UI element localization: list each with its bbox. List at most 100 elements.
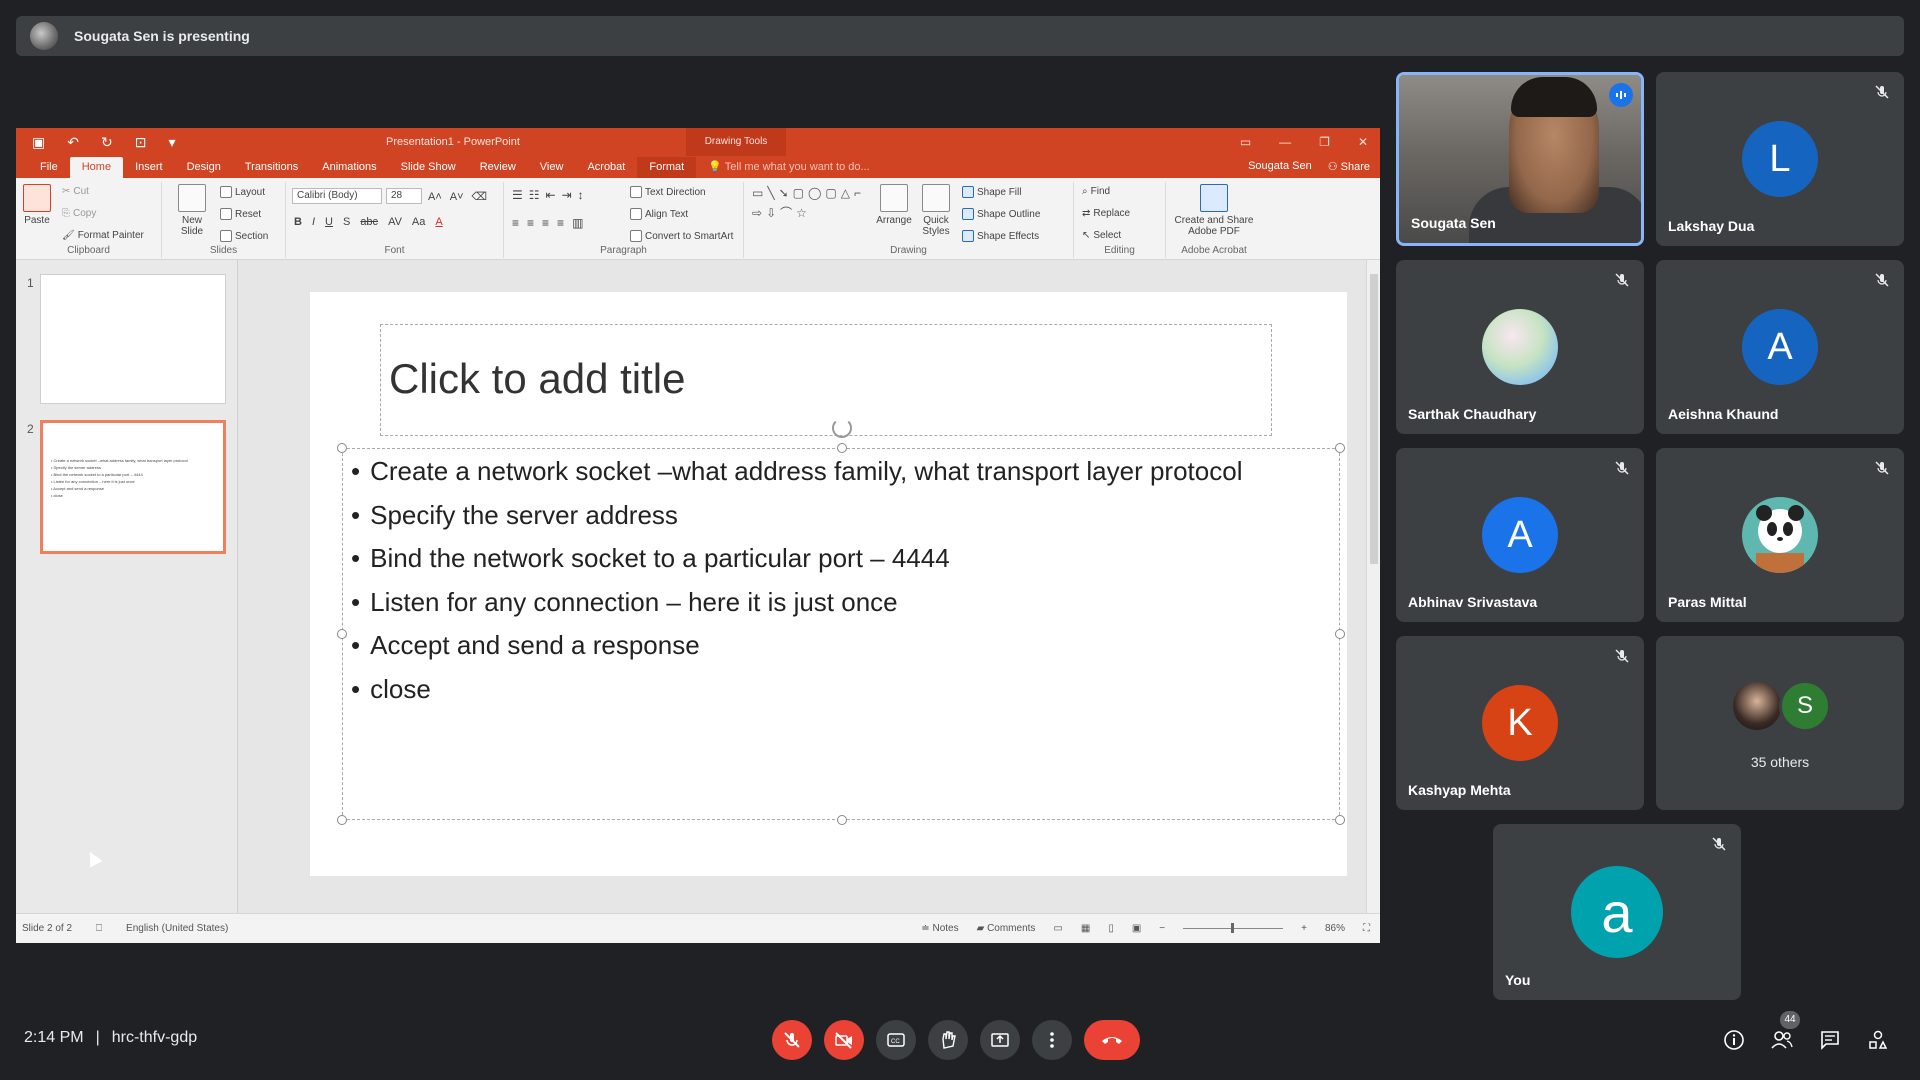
rotate-handle-icon[interactable] (832, 418, 852, 438)
tab-review[interactable]: Review (468, 157, 528, 178)
comments-button[interactable]: ▰ Comments (977, 923, 1036, 934)
resize-handle[interactable] (337, 629, 347, 639)
convert-smartart-button[interactable]: Convert to SmartArt (630, 230, 733, 242)
undo-icon[interactable]: ↶ (67, 134, 79, 151)
notes-button[interactable]: ≐ Notes (921, 923, 958, 934)
participant-tile-aeishna-khaund[interactable]: A Aeishna Khaund (1656, 260, 1904, 434)
resize-handle[interactable] (1335, 815, 1345, 825)
layout-button[interactable]: Layout (220, 186, 265, 198)
slide-thumbnail-2[interactable]: • Create a network socket –what address … (40, 420, 226, 554)
resize-handle[interactable] (1335, 629, 1345, 639)
font-name-select[interactable]: Calibri (Body) (292, 188, 382, 204)
people-button[interactable] (1770, 1028, 1794, 1052)
resize-handle[interactable] (337, 443, 347, 453)
redo-icon[interactable]: ↻ (101, 134, 113, 151)
participant-tile-kashyap-mehta[interactable]: K Kashyap Mehta (1396, 636, 1644, 810)
grow-font-icon[interactable]: A˄ (428, 191, 442, 203)
shrink-font-icon[interactable]: A˅ (450, 191, 464, 203)
font-color-button[interactable]: A (435, 216, 442, 228)
zoom-in-icon[interactable]: + (1301, 923, 1307, 934)
shape-effects-button[interactable]: Shape Effects (962, 230, 1039, 242)
restore-icon[interactable]: ❐ (1319, 135, 1330, 149)
chat-button[interactable] (1818, 1028, 1842, 1052)
fit-slide-icon[interactable]: ⛶ (1363, 923, 1370, 934)
slide-canvas[interactable]: Click to add title Create a network sock… (310, 292, 1347, 876)
save-icon[interactable]: ▣ (32, 134, 45, 151)
camera-toggle-button[interactable] (824, 1020, 864, 1060)
align-center-icon[interactable]: ≡ (527, 216, 534, 230)
clear-format-icon[interactable]: ⌫ (472, 190, 488, 203)
meeting-details-button[interactable] (1722, 1028, 1746, 1052)
zoom-out-icon[interactable]: − (1159, 923, 1165, 934)
mic-toggle-button[interactable] (772, 1020, 812, 1060)
participant-tile-paras-mittal[interactable]: Paras Mittal (1656, 448, 1904, 622)
format-painter-button[interactable]: 🖌 Format Painter (62, 230, 144, 241)
ribbon-display-icon[interactable]: ▭ (1240, 135, 1251, 149)
participant-tile-lakshay-dua[interactable]: L Lakshay Dua (1656, 72, 1904, 246)
tab-view[interactable]: View (528, 157, 576, 178)
italic-button[interactable]: I (312, 216, 315, 228)
spellcheck-icon[interactable]: ⎕ (96, 923, 102, 934)
select-button[interactable]: ↖ Select (1082, 230, 1121, 241)
bold-button[interactable]: B (294, 216, 302, 228)
slideshow-view-icon[interactable]: ▣ (1132, 923, 1141, 934)
reading-view-icon[interactable]: ▯ (1108, 923, 1114, 934)
text-direction-button[interactable]: Text Direction (630, 186, 706, 198)
decrease-indent-icon[interactable]: ⇤ (546, 188, 556, 202)
others-tile[interactable]: S 35 others (1656, 636, 1904, 810)
zoom-slider[interactable] (1183, 923, 1284, 933)
quick-styles-button[interactable]: Quick Styles (916, 184, 956, 237)
tab-design[interactable]: Design (175, 157, 233, 178)
character-spacing-button[interactable]: AV (388, 216, 402, 228)
tab-acrobat[interactable]: Acrobat (575, 157, 637, 178)
paste-button[interactable]: Paste (22, 184, 52, 226)
numbering-icon[interactable]: ☷ (529, 188, 540, 202)
content-placeholder[interactable]: Create a network socket –what address fa… (337, 443, 1345, 825)
close-icon[interactable]: ✕ (1358, 135, 1368, 149)
bullets-icon[interactable]: ☰ (512, 188, 523, 202)
normal-view-icon[interactable]: ▭ (1053, 923, 1062, 934)
language-status[interactable]: English (United States) (126, 923, 228, 934)
tell-me-box[interactable]: 💡 Tell me what you want to do... (696, 156, 881, 178)
align-text-button[interactable]: Align Text (630, 208, 688, 220)
raise-hand-button[interactable] (928, 1020, 968, 1060)
strikethrough-button[interactable]: abc (360, 216, 378, 228)
tab-insert[interactable]: Insert (123, 157, 175, 178)
copy-button[interactable]: ⎘ Copy (62, 208, 96, 219)
columns-icon[interactable]: ▥ (572, 216, 583, 230)
find-button[interactable]: ⌕ Find (1082, 186, 1110, 197)
activities-button[interactable] (1866, 1028, 1890, 1052)
leave-call-button[interactable] (1084, 1020, 1140, 1060)
present-now-button[interactable] (980, 1020, 1020, 1060)
increase-indent-icon[interactable]: ⇥ (562, 188, 572, 202)
captions-button[interactable]: CC (876, 1020, 916, 1060)
tab-home[interactable]: Home (69, 157, 124, 178)
user-name[interactable]: Sougata Sen (1248, 160, 1312, 173)
resize-handle[interactable] (837, 815, 847, 825)
tab-transitions[interactable]: Transitions (233, 157, 310, 178)
shape-fill-button[interactable]: Shape Fill (962, 186, 1021, 198)
participant-tile-sougata-sen[interactable]: Sougata Sen (1396, 72, 1644, 246)
align-left-icon[interactable]: ≡ (512, 216, 519, 230)
present-icon[interactable]: ⊡ (135, 134, 147, 151)
tab-animations[interactable]: Animations (310, 157, 388, 178)
title-placeholder[interactable]: Click to add title (380, 324, 1272, 436)
shape-outline-button[interactable]: Shape Outline (962, 208, 1040, 220)
cut-button[interactable]: ✂ Cut (62, 186, 89, 197)
vertical-scrollbar[interactable] (1366, 260, 1380, 913)
line-spacing-icon[interactable]: ↕ (578, 188, 584, 202)
minimize-icon[interactable]: — (1279, 135, 1291, 149)
arrange-button[interactable]: Arrange (874, 184, 914, 226)
participant-tile-you[interactable]: a You (1493, 824, 1741, 1000)
tab-file[interactable]: File (28, 157, 70, 178)
participant-tile-sarthak-chaudhary[interactable]: Sarthak Chaudhary (1396, 260, 1644, 434)
slide-thumbnail-1[interactable] (40, 274, 226, 404)
scrollbar-thumb[interactable] (1370, 274, 1378, 564)
replace-button[interactable]: ⇄ Replace (1082, 208, 1130, 219)
zoom-level[interactable]: 86% (1325, 923, 1345, 934)
share-button[interactable]: ⚇ Share (1328, 160, 1370, 173)
shapes-gallery[interactable]: ▭ ╲ ➘ ▢ ◯ ▢ △ ⌐ ⇨ ⇩ ⌒ ☆ (752, 186, 868, 221)
more-options-button[interactable] (1032, 1020, 1072, 1060)
new-slide-button[interactable]: New Slide (174, 184, 210, 237)
change-case-button[interactable]: Aa (412, 216, 425, 228)
